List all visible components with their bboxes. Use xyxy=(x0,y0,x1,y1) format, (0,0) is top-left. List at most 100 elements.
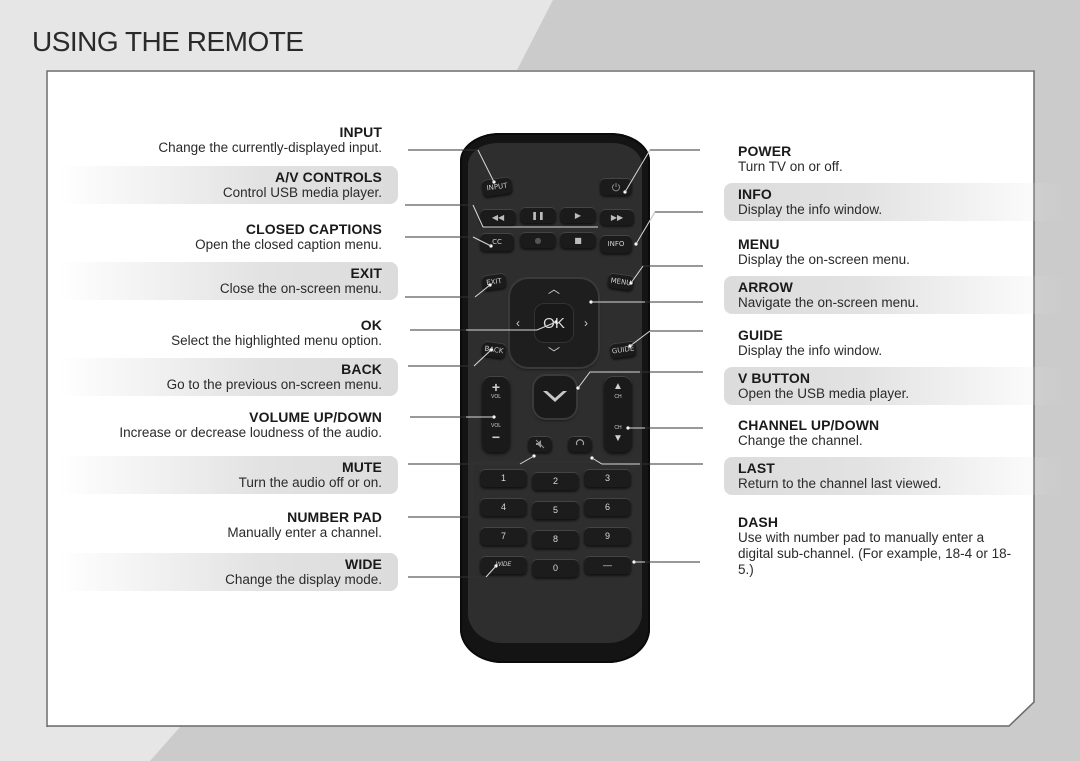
number-button-8[interactable]: 8 xyxy=(532,530,579,548)
callout-name: INFO xyxy=(738,186,772,202)
callout-name: CLOSED CAPTIONS xyxy=(245,221,382,237)
guide-label: GUIDE xyxy=(611,343,635,356)
callout-name: MUTE xyxy=(341,459,382,475)
arrow-right-icon[interactable]: › xyxy=(584,317,588,329)
callout-v-button: V BUTTON Open the USB media player. xyxy=(724,367,1064,405)
number-button-3[interactable]: 3 xyxy=(584,469,631,487)
info-button[interactable]: INFO xyxy=(600,235,632,253)
number-button-6[interactable]: 6 xyxy=(584,498,631,516)
number-label: 4 xyxy=(500,502,506,512)
callout-desc: Navigate the on-screen menu. xyxy=(738,295,919,310)
arrow-up-icon[interactable]: ︿ xyxy=(548,283,560,295)
v-button[interactable] xyxy=(534,376,576,418)
cc-label: CC xyxy=(492,238,502,246)
dash-button[interactable]: — xyxy=(584,556,631,574)
exit-label: EXIT xyxy=(485,276,503,287)
callout-desc: Select the highlighted menu option. xyxy=(171,333,382,348)
number-label: 1 xyxy=(500,473,506,483)
callout-desc: Manually enter a channel. xyxy=(227,525,382,540)
back-button[interactable]: BACK xyxy=(481,340,507,359)
number-label: 9 xyxy=(604,531,610,541)
channel-down-icon[interactable]: ▼ xyxy=(604,432,632,446)
callout-name: WIDE xyxy=(345,556,382,572)
vol-label: VOL xyxy=(490,394,501,400)
callout-name: V BUTTON xyxy=(738,370,811,386)
callout-arrow: ARROW Navigate the on-screen menu. xyxy=(724,276,1064,314)
callout-desc: Turn the audio off or on. xyxy=(238,475,382,490)
volume-rocker[interactable]: + VOL VOL − xyxy=(482,376,510,452)
power-button[interactable] xyxy=(600,178,632,195)
callout-desc: Increase or decrease loudness of the aud… xyxy=(119,425,382,440)
number-button-9[interactable]: 9 xyxy=(584,527,631,545)
ch-label: CH xyxy=(614,394,622,400)
callout-desc: Close the on-screen menu. xyxy=(219,281,382,296)
number-label: 0 xyxy=(552,563,558,573)
callout-number-pad: NUMBER PAD Manually enter a channel. xyxy=(58,506,398,544)
number-label: 3 xyxy=(604,473,610,483)
volume-down-icon[interactable]: − xyxy=(482,430,510,444)
menu-label: MENU xyxy=(610,276,632,287)
callout-name: MENU xyxy=(738,236,780,252)
number-label: 8 xyxy=(552,534,558,544)
arrow-down-icon[interactable]: ﹀ xyxy=(548,347,560,359)
mute-button[interactable] xyxy=(528,436,552,452)
arrow-left-icon[interactable]: ‹ xyxy=(516,317,520,329)
info-label: INFO xyxy=(607,240,625,248)
fast-forward-icon: ▶▶ xyxy=(610,212,624,222)
number-label: 2 xyxy=(552,476,558,486)
callout-av-controls: A/V CONTROLS Control USB media player. xyxy=(58,166,398,204)
callout-mute: MUTE Turn the audio off or on. xyxy=(58,456,398,494)
arrow-pad[interactable]: ︿ ﹀ ‹ › OK xyxy=(510,279,598,367)
callout-name: VOLUME UP/DOWN xyxy=(249,409,382,425)
callout-desc: Control USB media player. xyxy=(222,185,382,200)
callout-info: INFO Display the info window. xyxy=(724,183,1064,221)
pause-button[interactable]: ❚❚ xyxy=(520,207,556,223)
callout-desc: Display the info window. xyxy=(738,202,883,217)
number-button-0[interactable]: 0 xyxy=(532,559,579,577)
stop-button[interactable]: ■ xyxy=(560,232,596,248)
ok-button[interactable]: OK xyxy=(534,303,574,343)
number-button-5[interactable]: 5 xyxy=(532,501,579,519)
number-button-7[interactable]: 7 xyxy=(480,527,527,545)
mute-icon xyxy=(535,439,545,449)
number-button-4[interactable]: 4 xyxy=(480,498,527,516)
callout-volume: VOLUME UP/DOWN Increase or decrease loudn… xyxy=(40,406,398,444)
last-button[interactable] xyxy=(568,436,592,452)
channel-up-icon[interactable]: ▲ xyxy=(604,380,632,394)
play-button[interactable]: ▶ xyxy=(560,207,596,223)
rewind-button[interactable]: ◀◀ xyxy=(480,209,516,225)
vizio-v-icon xyxy=(543,391,567,402)
wide-label: WIDE xyxy=(495,562,512,568)
number-button-1[interactable]: 1 xyxy=(480,469,527,487)
back-label: BACK xyxy=(484,344,504,355)
stop-icon: ■ xyxy=(574,235,582,245)
callout-last: LAST Return to the channel last viewed. xyxy=(724,457,1064,495)
dash-icon: — xyxy=(603,560,612,570)
callout-desc: Turn TV on or off. xyxy=(738,159,843,174)
callout-ok: OK Select the highlighted menu option. xyxy=(58,314,398,352)
callout-name: OK xyxy=(360,317,382,333)
callout-desc: Change the channel. xyxy=(738,433,863,448)
callout-desc: Go to the previous on-screen menu. xyxy=(166,377,382,392)
callout-desc: Open the USB media player. xyxy=(738,386,910,401)
page-title: USING THE REMOTE xyxy=(32,26,304,57)
ch-label: CH xyxy=(614,425,622,431)
record-icon: ● xyxy=(534,235,542,245)
cc-button[interactable]: CC xyxy=(480,233,514,251)
record-button[interactable]: ● xyxy=(520,232,556,248)
callout-name: ARROW xyxy=(738,279,793,295)
callout-power: POWER Turn TV on or off. xyxy=(724,140,1064,178)
callout-desc: Display the info window. xyxy=(738,343,883,358)
fast-forward-button[interactable]: ▶▶ xyxy=(600,209,634,225)
wide-button[interactable]: WIDE xyxy=(480,556,527,574)
callout-input: INPUT Change the currently-displayed inpu… xyxy=(58,121,398,159)
callout-exit: EXIT Close the on-screen menu. xyxy=(58,262,398,300)
number-button-2[interactable]: 2 xyxy=(532,472,579,490)
pause-icon: ❚❚ xyxy=(531,210,545,220)
volume-up-icon[interactable]: + xyxy=(482,380,510,394)
channel-rocker[interactable]: ▲ CH CH ▼ xyxy=(604,376,632,452)
number-label: 7 xyxy=(500,531,506,541)
callout-name: CHANNEL UP/DOWN xyxy=(738,417,880,433)
callout-desc: Return to the channel last viewed. xyxy=(738,476,942,491)
play-icon: ▶ xyxy=(574,210,582,220)
